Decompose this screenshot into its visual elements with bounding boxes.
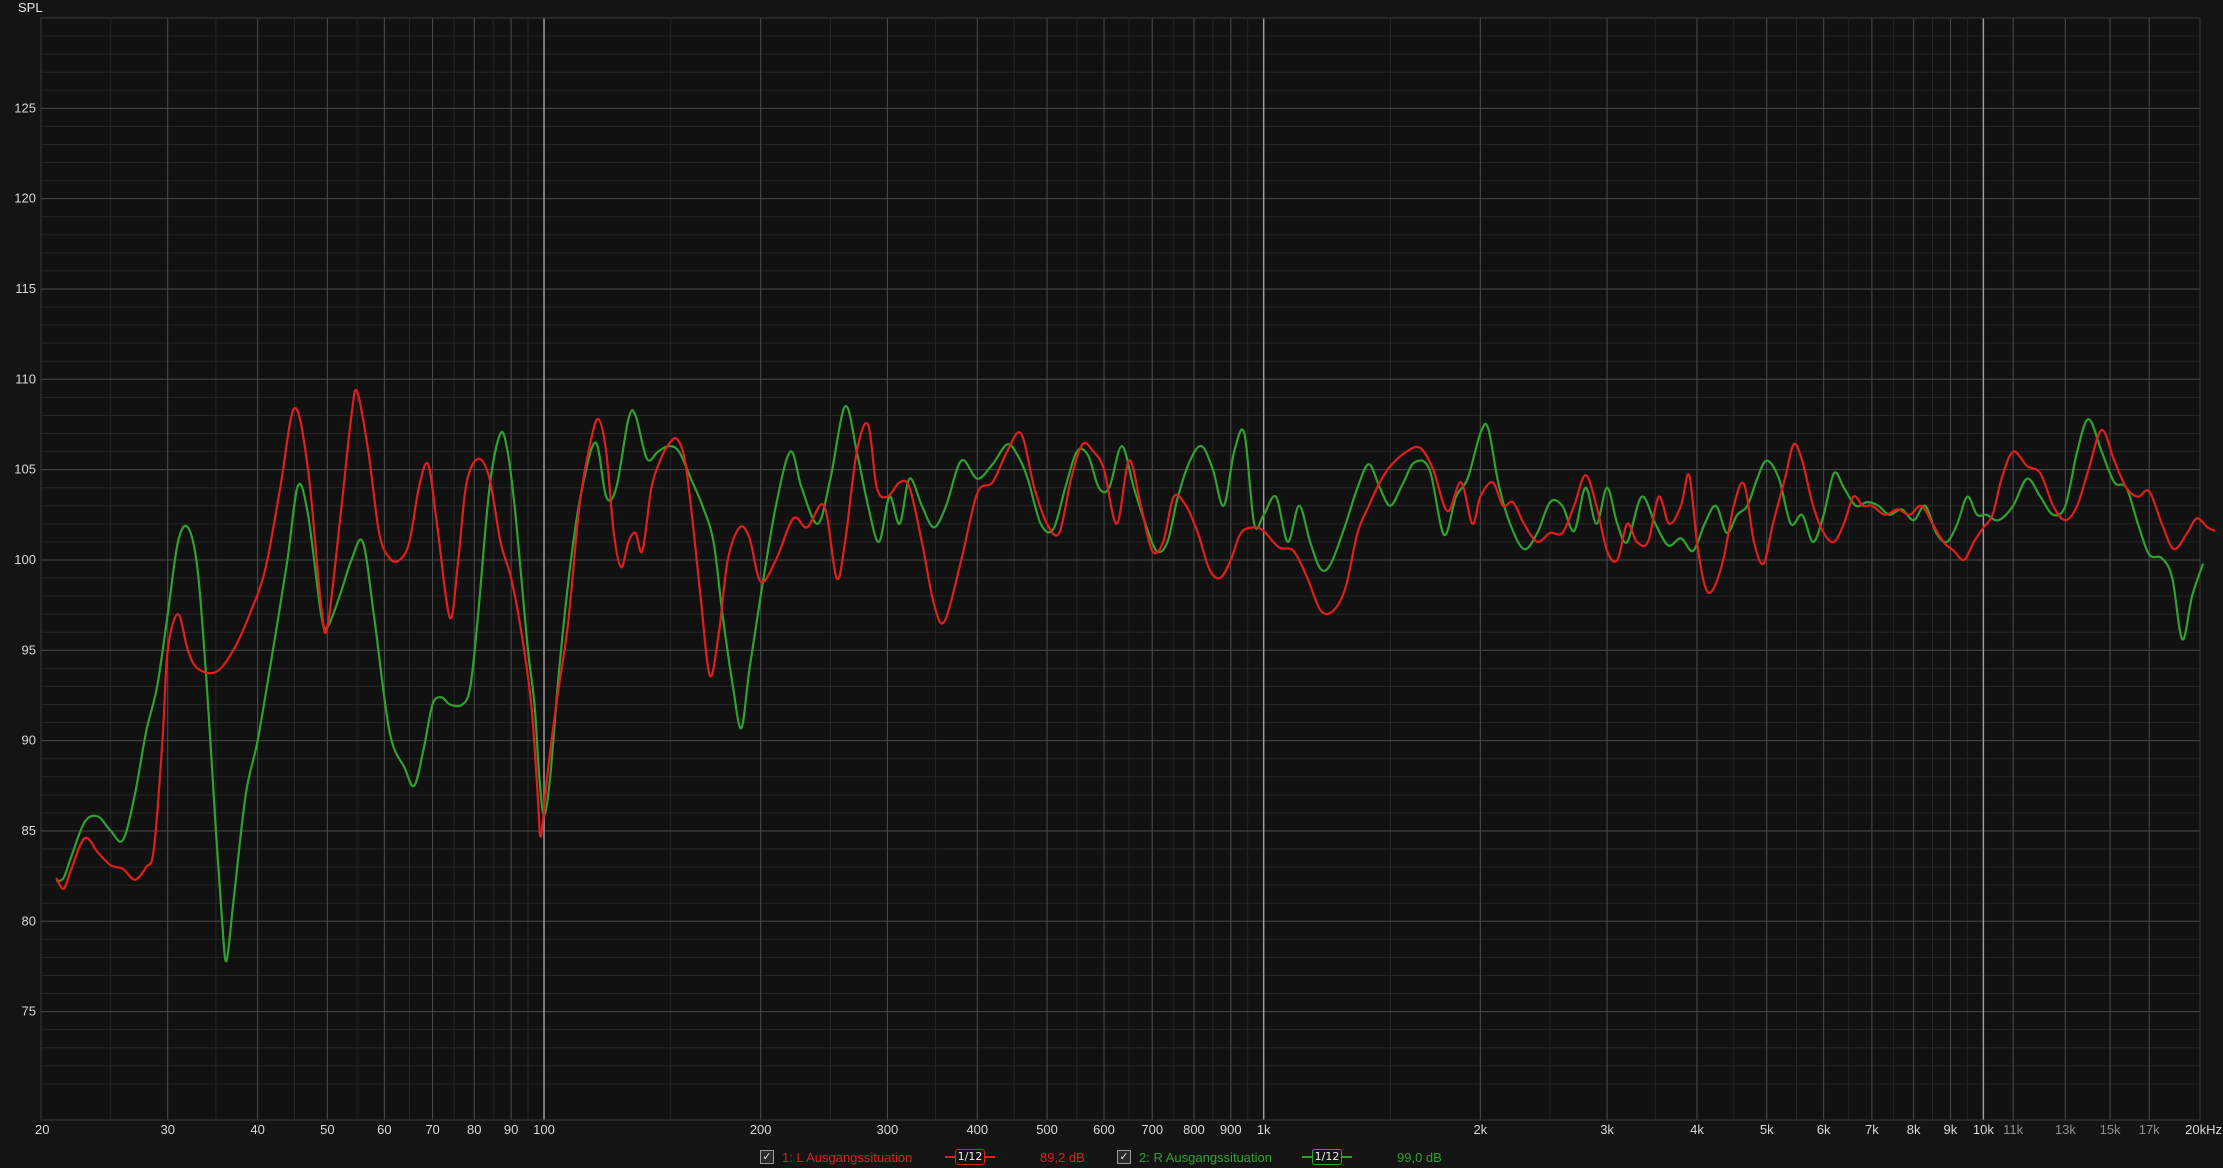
x-tick-label: 5k: [1760, 1122, 1774, 1137]
legend-label-series-1: 1: L Ausgangssituation: [782, 1149, 913, 1165]
y-axis-title: SPL: [18, 0, 43, 15]
y-tick-label: 75: [22, 1004, 36, 1019]
x-tick-label: 7k: [1865, 1122, 1879, 1137]
legend-level-series-2: 99,0 dB: [1397, 1149, 1442, 1165]
x-tick-label: 17k: [2139, 1122, 2160, 1137]
x-tick-label: 9k: [1944, 1122, 1958, 1137]
smoothing-badge-series-2[interactable]: 1/12: [1302, 1148, 1352, 1166]
x-tick-label: 20kHz: [2185, 1122, 2222, 1137]
legend-line-icon: [1342, 1156, 1352, 1158]
legend-bar: ✓ 1: L Ausgangssituation 1/12 89,2 dB ✓ …: [0, 1146, 2223, 1168]
x-tick-label: 11k: [2003, 1122, 2023, 1137]
x-tick-label: 15k: [2100, 1122, 2121, 1137]
y-tick-label: 110: [15, 371, 36, 386]
legend-line-icon: [1302, 1156, 1312, 1158]
x-tick-label: 300: [877, 1122, 899, 1137]
x-tick-label: 4k: [1690, 1122, 1704, 1137]
plot-area: [41, 18, 2200, 1120]
smoothing-label-series-1: 1/12: [955, 1149, 985, 1165]
checkbox-icon[interactable]: ✓: [1117, 1150, 1131, 1164]
x-tick-label: 6k: [1817, 1122, 1831, 1137]
legend-item-series-2[interactable]: ✓ 2: R Ausgangssituation: [1117, 1146, 1272, 1168]
smoothing-label-series-2: 1/12: [1312, 1149, 1342, 1165]
x-tick-label: 8k: [1907, 1122, 1921, 1137]
x-tick-label: 700: [1141, 1122, 1163, 1137]
y-tick-label: 105: [14, 462, 36, 477]
legend-label-series-2: 2: R Ausgangssituation: [1139, 1149, 1272, 1165]
x-tick-label: 70: [425, 1122, 439, 1137]
x-tick-label: 500: [1036, 1122, 1058, 1137]
x-tick-label: 100: [533, 1122, 555, 1137]
legend-item-series-1[interactable]: ✓ 1: L Ausgangssituation: [760, 1146, 912, 1168]
y-tick-label: 125: [14, 100, 36, 115]
y-tick-label: 80: [22, 913, 36, 928]
x-tick-label: 200: [750, 1122, 772, 1137]
x-tick-label: 13k: [2055, 1122, 2076, 1137]
x-tick-label: 400: [966, 1122, 988, 1137]
x-tick-label: 800: [1183, 1122, 1205, 1137]
y-tick-label: 115: [15, 281, 36, 296]
x-tick-label: 40: [250, 1122, 264, 1137]
y-tick-label: 100: [14, 552, 36, 567]
x-tick-label: 60: [377, 1122, 391, 1137]
x-tick-label: 10k: [1973, 1122, 1994, 1137]
x-tick-label: 30: [160, 1122, 174, 1137]
x-tick-label: 80: [467, 1122, 481, 1137]
x-tick-label: 50: [320, 1122, 334, 1137]
y-tick-label: 120: [14, 191, 36, 206]
y-tick-label: 95: [22, 642, 36, 657]
checkbox-icon[interactable]: ✓: [760, 1150, 774, 1164]
x-tick-label: 3k: [1600, 1122, 1614, 1137]
y-tick-label: 85: [22, 823, 36, 838]
x-tick-label: 600: [1093, 1122, 1115, 1137]
frequency-response-chart: 75 80 85 90 95 100 105 110 115 120 125 20 30 40 50 60 7…: [0, 0, 2223, 1146]
x-tick-label: 90: [504, 1122, 518, 1137]
legend-line-icon: [985, 1156, 995, 1158]
x-tick-label: 2k: [1473, 1122, 1487, 1137]
smoothing-badge-series-1[interactable]: 1/12: [945, 1148, 995, 1166]
x-tick-label: 900: [1220, 1122, 1242, 1137]
x-tick-label: 20: [35, 1122, 49, 1137]
x-tick-label: 1k: [1257, 1122, 1271, 1137]
legend-level-series-1: 89,2 dB: [1040, 1149, 1085, 1165]
legend-line-icon: [945, 1156, 955, 1158]
y-tick-label: 90: [22, 733, 36, 748]
